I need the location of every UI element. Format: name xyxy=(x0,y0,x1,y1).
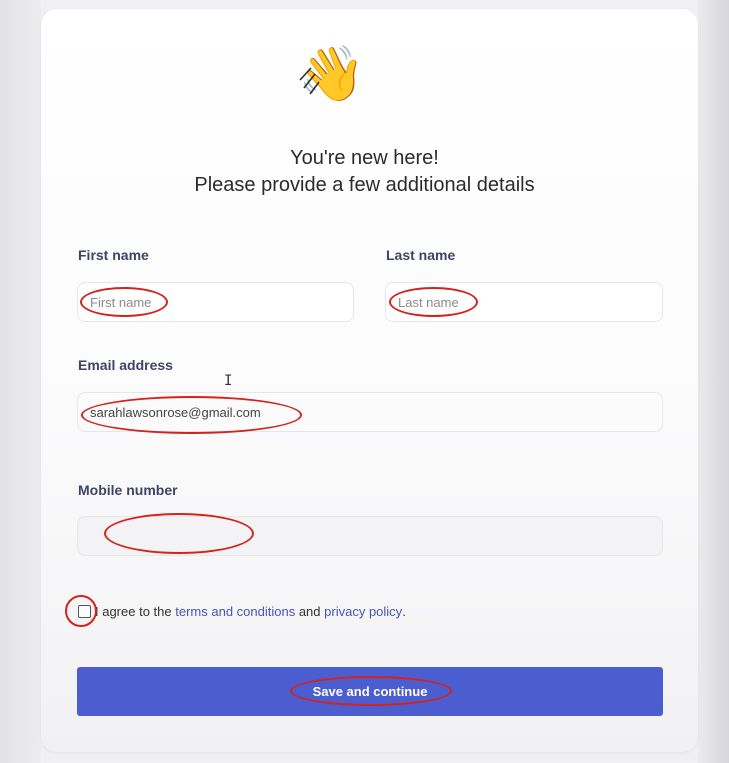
signup-details-card xyxy=(41,9,698,752)
first-name-label: First name xyxy=(78,247,149,263)
text-cursor-icon: I xyxy=(224,373,233,389)
terms-agreement: I agree to the terms and conditions and … xyxy=(78,604,406,619)
wave-motion-lines-icon xyxy=(299,67,320,95)
heading-line-2: Please provide a few additional details xyxy=(194,174,535,196)
heading-line-1: You're new here! xyxy=(290,147,439,169)
mobile-number-input[interactable] xyxy=(77,516,663,556)
agree-middle-text: and xyxy=(298,604,321,619)
agree-suffix-text: . xyxy=(402,604,406,619)
save-and-continue-button[interactable]: Save and continue xyxy=(77,667,663,716)
privacy-policy-link[interactable]: privacy policy xyxy=(324,604,402,619)
terms-checkbox[interactable] xyxy=(78,605,91,618)
page-heading: You're new here! Please provide a few ad… xyxy=(0,145,729,199)
terms-link[interactable]: terms and conditions xyxy=(175,604,295,619)
last-name-input[interactable] xyxy=(385,282,663,322)
agree-prefix-text: I agree to the xyxy=(95,604,172,619)
first-name-input[interactable] xyxy=(77,282,354,322)
backdrop-right xyxy=(698,0,729,763)
backdrop-left xyxy=(0,0,41,763)
mobile-label: Mobile number xyxy=(78,482,178,498)
email-label: Email address xyxy=(78,357,173,373)
email-input[interactable] xyxy=(77,392,663,432)
last-name-label: Last name xyxy=(386,247,456,263)
